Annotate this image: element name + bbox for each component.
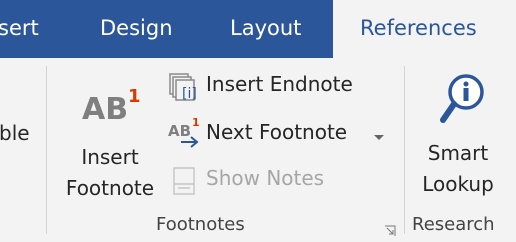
group-separator [404,66,405,234]
next-footnote-icon: AB 1 [168,116,204,150]
footnotes-group-label: Footnotes [156,214,245,235]
superscript-one: 1 [128,86,141,107]
ab-glyph: AB [82,92,129,127]
dialog-launcher-icon [385,225,396,236]
show-notes-label: Show Notes [206,166,325,190]
insert-footnote-label-line1: Insert [81,145,139,169]
insert-endnote-icon: [i] [169,73,197,102]
tab-design[interactable]: Design [100,0,173,58]
chevron-down-icon [374,135,384,140]
insert-footnote-label-line2: Footnote [65,176,155,200]
insert-footnote-icon: AB 1 [82,86,142,127]
tab-insert[interactable]: sert [0,0,48,58]
show-notes-icon [173,167,195,195]
next-footnote-label: Next Footnote [206,120,348,144]
magnifier-info-icon [440,74,484,123]
tab-layout[interactable]: Layout [230,0,301,58]
footnotes-dialog-launcher[interactable] [384,222,396,236]
arrow-right-icon [181,136,199,148]
research-group-label: Research [412,214,495,235]
smart-lookup-label-line1: Smart [427,141,489,165]
group-separator [46,66,47,234]
insert-endnote-button[interactable]: [i] Insert Endnote [166,68,366,106]
ribbon-body: ble AB 1 Insert Footnote [i] Insert Endn… [0,58,516,242]
show-notes-button[interactable]: Show Notes [166,162,366,198]
ribbon-tab-bar: sert Design Layout References [0,0,516,58]
previous-group-button-label[interactable]: ble [0,121,30,145]
next-footnote-dropdown[interactable] [372,128,386,142]
next-footnote-sup: 1 [192,116,200,129]
svg-text:[i]: [i] [182,86,197,102]
insert-endnote-label: Insert Endnote [206,72,353,96]
tab-references[interactable]: References [333,0,516,58]
smart-lookup-label-line2: Lookup [422,172,494,196]
smart-lookup-button[interactable]: Smart Lookup [410,72,510,204]
next-footnote-button[interactable]: AB 1 Next Footnote [166,116,347,152]
insert-footnote-button[interactable]: AB 1 Insert Footnote [56,76,164,204]
